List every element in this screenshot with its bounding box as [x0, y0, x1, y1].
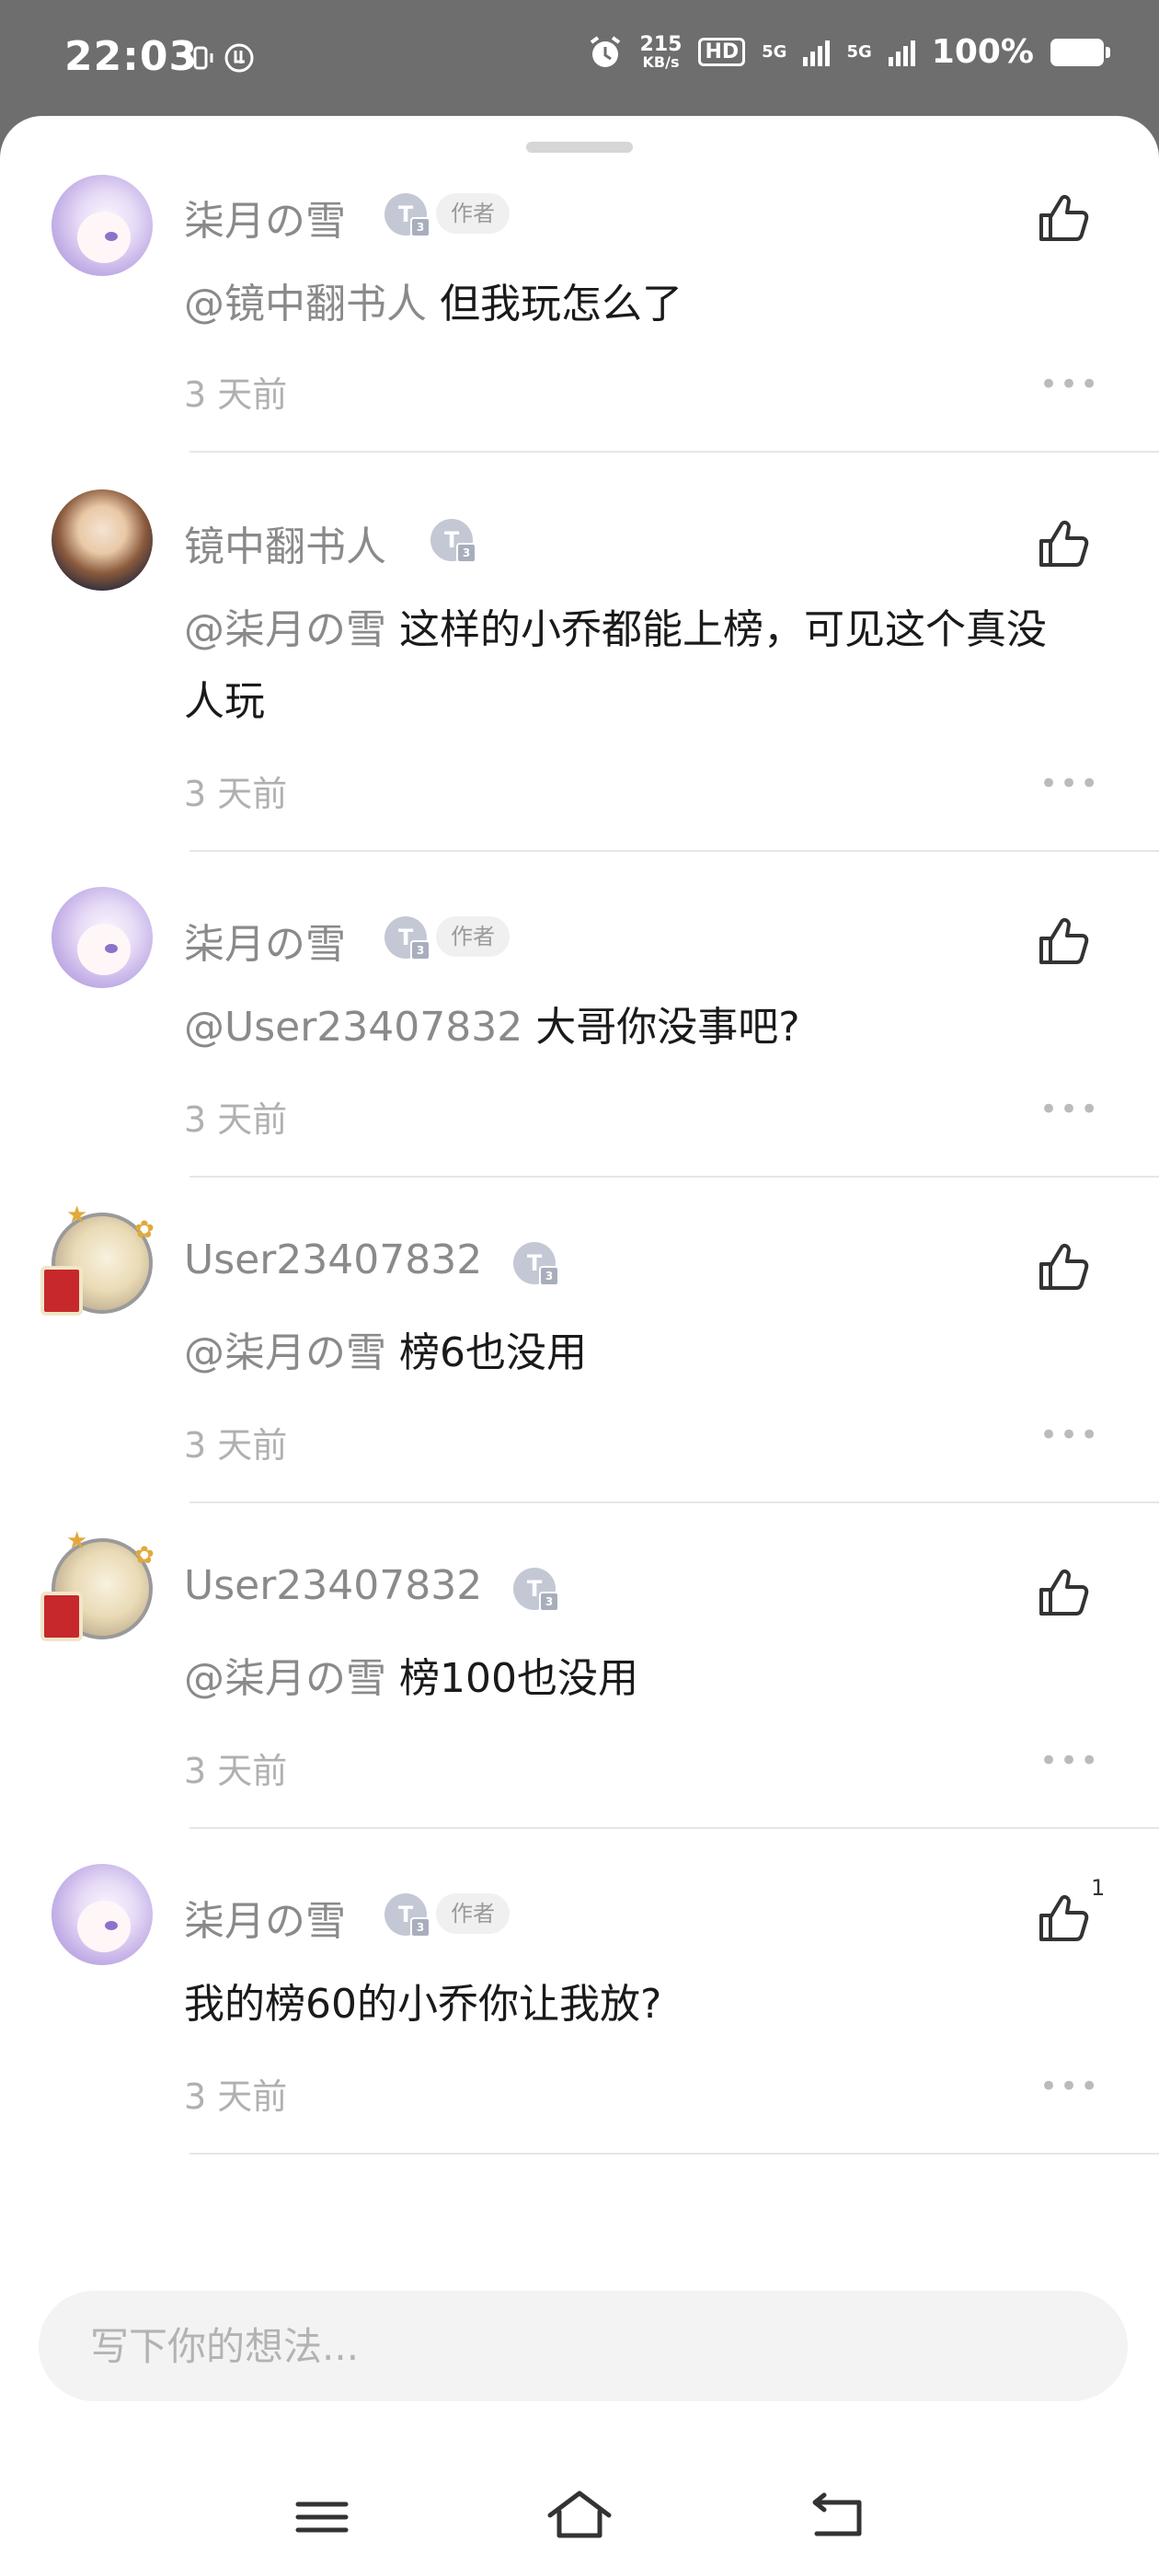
- star-icon: ✿: [134, 1216, 155, 1244]
- comment-content[interactable]: @柒月の雪 榜100也没用: [184, 1643, 1085, 1715]
- menu-icon[interactable]: [285, 2484, 359, 2548]
- level-badge: T: [384, 193, 430, 237]
- hd-badge: HD: [698, 38, 746, 66]
- more-options-icon[interactable]: •••: [1039, 765, 1100, 802]
- network-type-1: 5G: [762, 41, 787, 62]
- comment-content[interactable]: @User23407832 大哥你没事吧?: [184, 992, 1085, 1064]
- comment-username[interactable]: User23407832: [184, 1236, 482, 1283]
- level-badge: T: [513, 1242, 559, 1286]
- comment-text: 大哥你没事吧?: [535, 1004, 800, 1051]
- comment-time: 3 天前: [184, 1751, 288, 1791]
- comment-text: 我的榜60的小乔你让我放?: [184, 1981, 662, 2028]
- divider: [189, 1501, 1159, 1503]
- comment-time: 3 天前: [184, 374, 288, 415]
- comment-content[interactable]: @柒月の雪 这样的小乔都能上榜，可见这个真没人玩: [184, 594, 1085, 738]
- system-navigation-bar: [0, 2456, 1159, 2567]
- status-time: 22:03: [64, 33, 199, 80]
- level-badge: T: [430, 519, 476, 563]
- comment-time: 3 天前: [184, 1425, 288, 1466]
- more-options-icon[interactable]: •••: [1039, 366, 1100, 403]
- more-options-icon[interactable]: •••: [1039, 2068, 1100, 2105]
- comment-username[interactable]: User23407832: [184, 1562, 482, 1609]
- more-options-icon[interactable]: •••: [1039, 1091, 1100, 1128]
- divider: [189, 1176, 1159, 1178]
- divider: [189, 2153, 1159, 2155]
- drag-handle[interactable]: [526, 142, 633, 153]
- comment-input[interactable]: [39, 2291, 1128, 2401]
- level-badge: T: [513, 1568, 559, 1612]
- alarm-icon: [590, 35, 620, 67]
- network-type-2: 5G: [846, 41, 872, 62]
- network-speed: 215 KB/s: [639, 32, 683, 71]
- level-badge: T: [384, 1893, 430, 1938]
- mention[interactable]: @镜中翻书人: [184, 281, 427, 328]
- avatar-frame-decoration: [40, 1592, 83, 1641]
- purple-hair-girl-avatar[interactable]: [52, 887, 153, 988]
- home-icon[interactable]: [543, 2484, 616, 2548]
- notification-icons: [186, 40, 258, 85]
- purple-hair-girl-avatar[interactable]: [52, 1864, 153, 1965]
- comment-username[interactable]: 柒月の雪: [184, 188, 346, 247]
- comment-username[interactable]: 柒月の雪: [184, 1888, 346, 1947]
- thumbs-up-icon[interactable]: [1034, 190, 1093, 248]
- avatar-frame-decoration: [40, 1266, 83, 1316]
- signal-icon: [888, 39, 915, 66]
- comment-time: 3 天前: [184, 2076, 288, 2117]
- comment-content[interactable]: 我的榜60的小乔你让我放?: [184, 1969, 1085, 2041]
- comment-username[interactable]: 镜中翻书人: [184, 513, 386, 572]
- comment-username[interactable]: 柒月の雪: [184, 911, 346, 970]
- battery-percent: 100%: [931, 33, 1034, 71]
- thumbs-up-icon[interactable]: [1034, 1890, 1093, 1949]
- vibrate-icon: [188, 43, 254, 73]
- star-icon: ✿: [134, 1542, 155, 1570]
- brown-hair-boy-avatar[interactable]: [52, 489, 153, 591]
- star-icon: ★: [66, 1202, 88, 1229]
- divider: [189, 850, 1159, 852]
- comment-content[interactable]: @镜中翻书人 但我玩怎么了: [184, 269, 1085, 340]
- comment-text: 但我玩怎么了: [440, 281, 683, 328]
- mention[interactable]: @柒月の雪: [184, 1329, 386, 1376]
- mention[interactable]: @柒月の雪: [184, 606, 386, 653]
- like-count: 1: [1091, 1875, 1106, 1901]
- thumbs-up-icon[interactable]: [1034, 1238, 1093, 1297]
- back-icon[interactable]: [800, 2484, 874, 2548]
- comment-text: 榜6也没用: [399, 1329, 587, 1376]
- level-badge: T: [384, 916, 430, 960]
- battery-icon: [1050, 38, 1110, 66]
- star-icon: ★: [66, 1527, 88, 1555]
- divider: [189, 451, 1159, 453]
- thumbs-up-icon[interactable]: [1034, 913, 1093, 972]
- mention[interactable]: @User23407832: [184, 1004, 522, 1051]
- author-tag: 作者: [436, 1893, 510, 1934]
- signal-icon: [803, 39, 831, 66]
- comment-text: 榜100也没用: [399, 1655, 638, 1702]
- mention[interactable]: @柒月の雪: [184, 1655, 386, 1702]
- status-bar: 22:03 215 KB/s HD 5G 5G 100%: [0, 0, 1159, 120]
- author-tag: 作者: [436, 916, 510, 957]
- comment-time: 3 天前: [184, 1099, 288, 1140]
- thumbs-up-icon[interactable]: [1034, 1564, 1093, 1623]
- comment-time: 3 天前: [184, 774, 288, 814]
- purple-hair-girl-avatar[interactable]: [52, 175, 153, 276]
- more-options-icon[interactable]: •••: [1039, 1742, 1100, 1779]
- divider: [189, 1827, 1159, 1829]
- thumbs-up-icon[interactable]: [1034, 515, 1093, 574]
- comment-content[interactable]: @柒月の雪 榜6也没用: [184, 1317, 1085, 1389]
- more-options-icon[interactable]: •••: [1039, 1417, 1100, 1454]
- author-tag: 作者: [436, 193, 510, 234]
